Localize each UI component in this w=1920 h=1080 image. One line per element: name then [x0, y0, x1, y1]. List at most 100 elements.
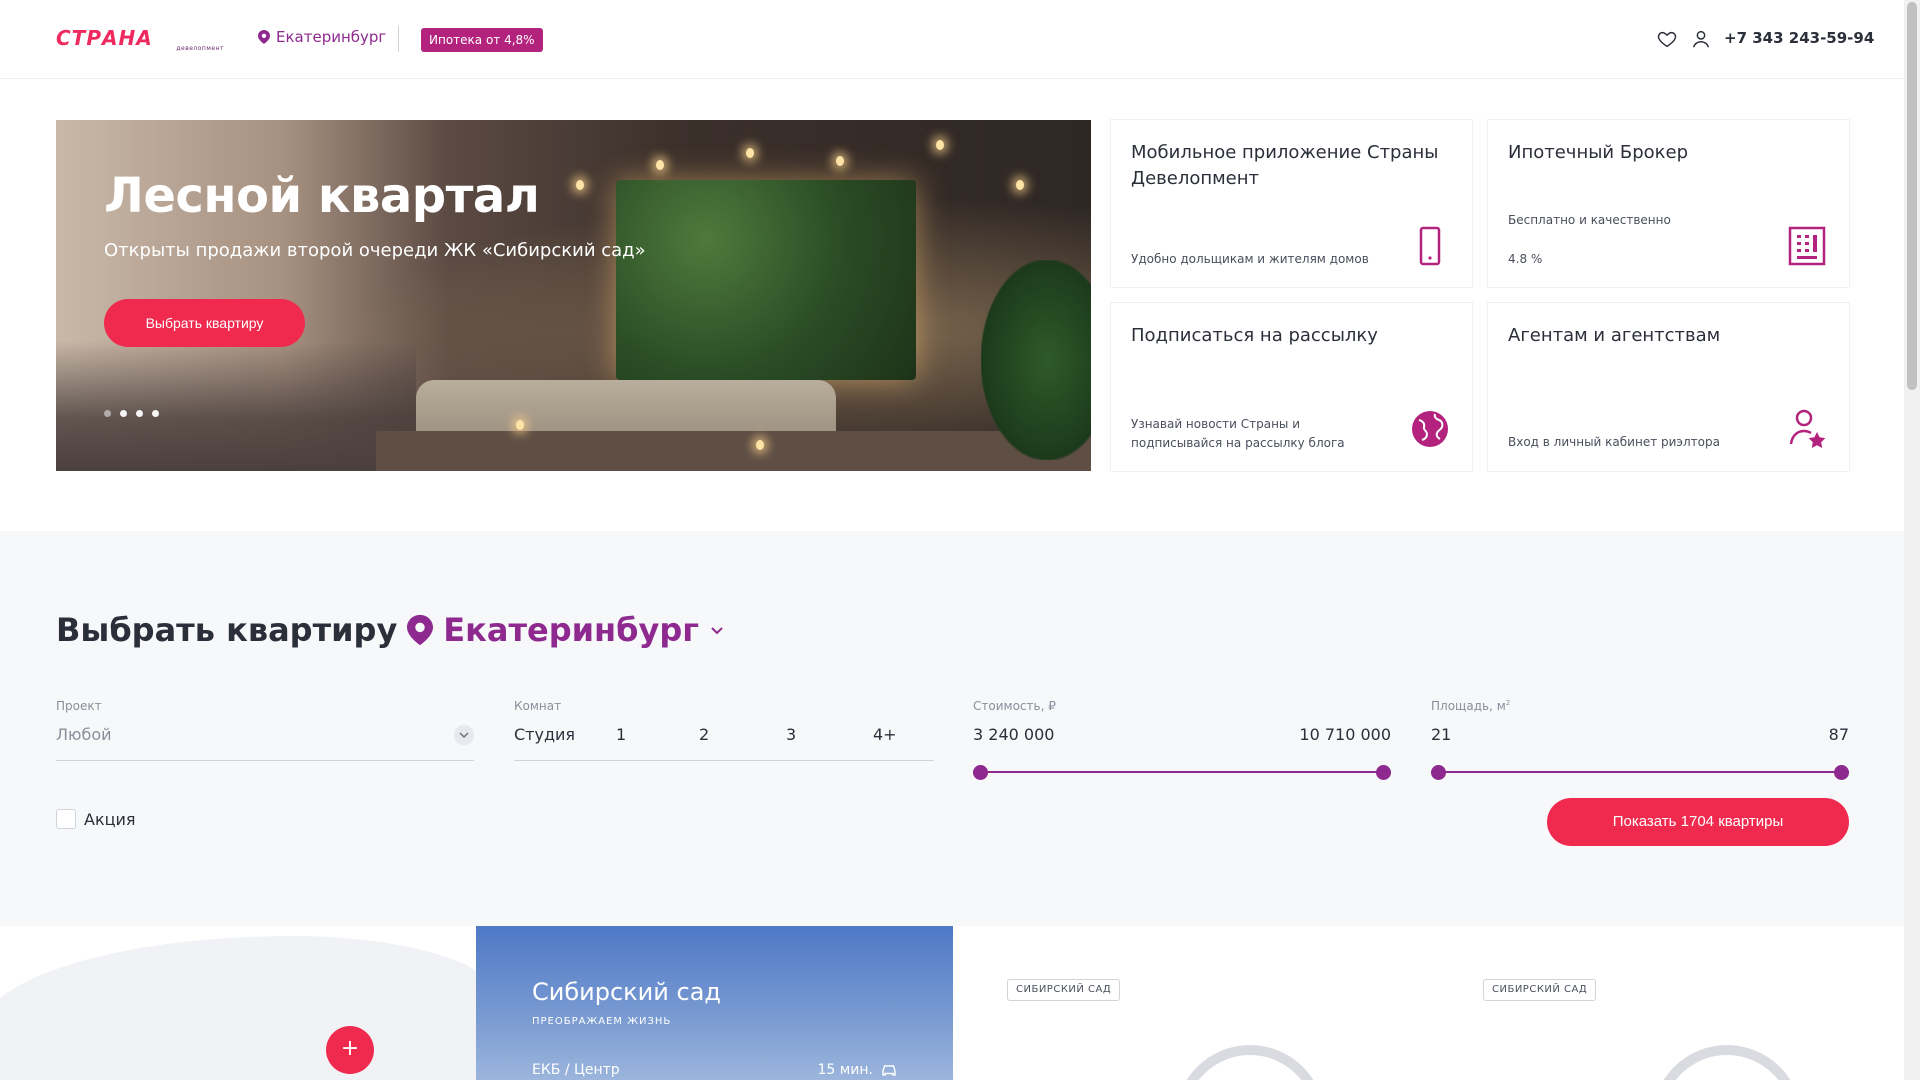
promo-label: Акция	[84, 809, 136, 829]
hero-image-bulb	[936, 140, 944, 150]
card-newsletter[interactable]: Подписаться на рассылку Узнавай новости …	[1111, 303, 1472, 471]
room-option-studio[interactable]: Студия	[514, 725, 616, 760]
slider-dot[interactable]	[104, 410, 111, 417]
slider-track	[973, 771, 1391, 773]
price-max[interactable]: 10 710 000	[1299, 725, 1391, 744]
price-min[interactable]: 3 240 000	[973, 725, 1054, 744]
mortgage-badge[interactable]: Ипотека от 4,8%	[421, 28, 543, 52]
calculator-icon	[1788, 226, 1826, 266]
hero-image-bulb	[576, 180, 584, 190]
hero-image-bulb	[836, 156, 844, 166]
card-title: Мобильное приложение Страны Девелопмент	[1131, 142, 1439, 189]
price-values: 3 240 000 10 710 000	[973, 725, 1391, 744]
room-option-3[interactable]: 3	[786, 725, 873, 760]
rooms-label: Комнат	[514, 699, 562, 713]
slider-handle-min[interactable]	[973, 765, 988, 780]
chevron-down-icon	[454, 725, 474, 745]
slider-dots	[104, 410, 159, 417]
card-title: Подписаться на рассылку	[1131, 325, 1378, 346]
logo-subtext: девелопмент	[176, 45, 224, 52]
map-tile[interactable]: +	[0, 926, 476, 1080]
hero-image-bulb	[516, 420, 524, 430]
hero-slider: Лесной квартал Открыты продажи второй оч…	[56, 120, 1091, 471]
card-title: Ипотечный Брокер	[1508, 142, 1688, 163]
slider-handle-max[interactable]	[1376, 765, 1391, 780]
area-max[interactable]: 87	[1829, 725, 1849, 744]
location-pin-icon	[407, 614, 434, 646]
search-heading: Выбрать квартиру	[56, 611, 398, 649]
project-subtitle: ПРЕОБРАЖАЕМ ЖИЗНЬ	[532, 1016, 672, 1027]
price-label: Стоимость, ₽	[973, 699, 1056, 713]
slider-dot[interactable]	[136, 410, 143, 417]
user-icon[interactable]	[1690, 28, 1712, 50]
hero-image-city	[56, 341, 416, 471]
search-city-selector[interactable]: Екатеринбург	[407, 611, 725, 649]
show-apartments-button[interactable]: Показать 1704 квартиры	[1547, 798, 1849, 846]
area-min[interactable]: 21	[1431, 725, 1451, 744]
area-slider[interactable]	[1431, 765, 1849, 780]
hero-image-green-wall	[616, 180, 916, 380]
agent-star-icon	[1789, 409, 1826, 448]
project-travel-time: 15 мин.	[817, 1062, 897, 1078]
card-agents[interactable]: Агентам и агентствам Вход в личный кабин…	[1488, 303, 1849, 471]
hero-image-bulb	[1016, 180, 1024, 190]
site-header: СТРАНА девелопмент Екатеринбург Ипотека …	[0, 0, 1904, 79]
checkbox[interactable]	[56, 809, 76, 829]
hero-image-bulb	[756, 440, 764, 450]
city-name: Екатеринбург	[276, 28, 387, 46]
project-title: Сибирский сад	[532, 978, 721, 1006]
card-text: Вход в личный кабинет риэлтора	[1508, 435, 1720, 449]
project-value: Любой	[56, 725, 112, 744]
promo-checkbox[interactable]: Акция	[56, 809, 136, 829]
hero-subtitle: Открыты продажи второй очереди ЖК «Сибир…	[104, 240, 646, 261]
area-label: Площадь, м2	[1431, 699, 1510, 713]
logo-text: СТРАНА	[56, 26, 153, 50]
card-text: Узнавай новости Страны и подписывайся на…	[1131, 417, 1345, 450]
chevron-down-icon	[711, 627, 723, 635]
card-text: 4.8 %	[1508, 252, 1543, 266]
slider-dot[interactable]	[152, 410, 159, 417]
room-option-1[interactable]: 1	[616, 725, 699, 760]
slider-dot[interactable]	[120, 410, 127, 417]
apartment-search: Выбрать квартиру Екатеринбург Проект Люб…	[0, 531, 1904, 926]
project-label: Проект	[56, 699, 102, 713]
card-title: Агентам и агентствам	[1508, 325, 1721, 346]
card-text: Удобно дольщикам и жителям домов	[1131, 252, 1369, 266]
city-selector[interactable]: Екатеринбург	[258, 28, 386, 46]
search-title: Выбрать квартиру Екатеринбург	[56, 611, 725, 649]
search-city-name: Екатеринбург	[443, 611, 699, 649]
choose-apartment-button[interactable]: Выбрать квартиру	[104, 299, 305, 347]
building-render-arch	[1175, 1045, 1325, 1080]
area-label-text: Площадь, м	[1431, 699, 1506, 713]
logo[interactable]: СТРАНА девелопмент	[56, 28, 226, 52]
card-mortgage-broker[interactable]: Ипотечный Брокер Бесплатно и качественно…	[1488, 120, 1849, 287]
room-option-4plus[interactable]: 4+	[873, 725, 897, 760]
car-icon	[882, 1065, 896, 1076]
project-select[interactable]: Любой	[56, 725, 474, 761]
slider-handle-min[interactable]	[1431, 765, 1446, 780]
globe-icon	[1412, 411, 1448, 447]
project-tag: СИБИРСКИЙ САД	[1483, 979, 1597, 1001]
slider-track	[1431, 771, 1849, 773]
phone-icon	[1419, 226, 1441, 266]
price-slider[interactable]	[973, 765, 1391, 780]
phone-number[interactable]: +7 343 243-59-94	[1724, 29, 1874, 47]
map-plus-button[interactable]: +	[326, 1026, 374, 1074]
area-values: 21 87	[1431, 725, 1849, 744]
hero-image-bulb	[746, 148, 754, 158]
room-option-2[interactable]: 2	[699, 725, 786, 760]
card-text-top: Бесплатно и качественно	[1508, 213, 1671, 227]
project-location: ЕКБ / Центр	[532, 1062, 620, 1078]
scrollbar-thumb[interactable]	[1907, 2, 1917, 390]
heart-icon[interactable]	[1656, 28, 1678, 50]
hero-image-plant	[981, 260, 1091, 460]
project-tile[interactable]: Сибирский сад ПРЕОБРАЖАЕМ ЖИЗНЬ ЕКБ / Це…	[476, 926, 953, 1080]
slider-handle-max[interactable]	[1834, 765, 1849, 780]
card-mobile-app[interactable]: Мобильное приложение Страны Девелопмент …	[1111, 120, 1472, 287]
location-pin-icon	[258, 30, 270, 44]
page-scrollbar[interactable]	[1904, 0, 1920, 1080]
building-render-arch	[1652, 1045, 1802, 1080]
map-land-shape	[0, 936, 476, 1080]
header-divider	[398, 26, 399, 52]
hero-image-bulb	[656, 160, 664, 170]
